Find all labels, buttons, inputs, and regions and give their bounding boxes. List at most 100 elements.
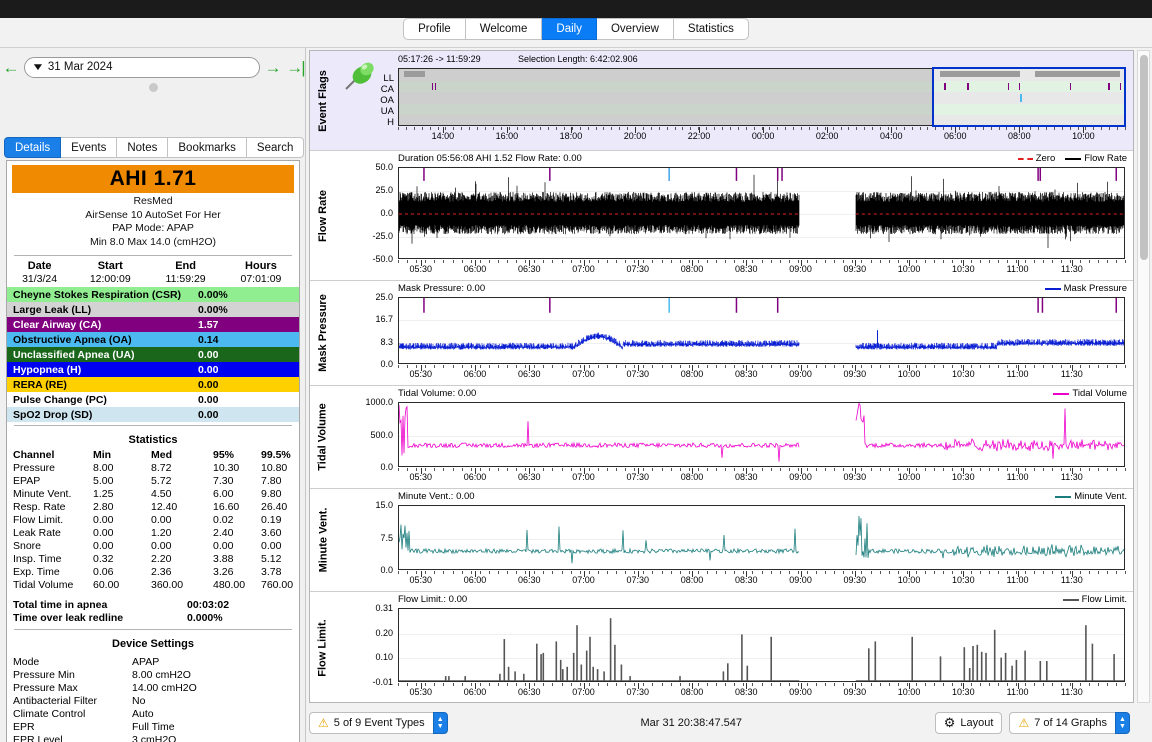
y-axis-tick-label: 0.0 bbox=[380, 462, 393, 472]
graphs-scrollbar-thumb[interactable] bbox=[1140, 55, 1148, 260]
axis-tick bbox=[616, 683, 618, 686]
axis-tick bbox=[915, 683, 917, 686]
mask-pressure-header: Mask Pressure: 0.00 bbox=[398, 283, 486, 294]
event-flags-y-label: Event Flags bbox=[310, 51, 336, 150]
axis-tick bbox=[434, 365, 436, 368]
axis-tick bbox=[634, 365, 636, 368]
axis-tick bbox=[825, 260, 827, 263]
axis-tick bbox=[816, 260, 818, 263]
tab-statistics[interactable]: Statistics bbox=[673, 18, 749, 40]
axis-tick bbox=[897, 683, 899, 686]
axis-tick bbox=[697, 260, 699, 263]
details-scroll-area[interactable]: AHI 1.71 ResMed AirSense 10 AutoSet For … bbox=[6, 160, 300, 742]
date-navigation-bar: ← ▼ 31 Mar 2024 → →| bbox=[0, 52, 306, 82]
axis-tick bbox=[925, 571, 927, 574]
axis-tick bbox=[407, 571, 409, 574]
tidal-volume-graph: Tidal Volume Tidal Volume: 0.00 Tidal Volu… bbox=[310, 386, 1133, 489]
statistics-value: 360.00 bbox=[151, 578, 184, 591]
axis-tick bbox=[570, 260, 572, 263]
axis-tick bbox=[706, 571, 708, 574]
event-types-spinner[interactable]: ▲ ▼ bbox=[432, 712, 448, 734]
axis-tick bbox=[970, 468, 972, 471]
statistics-value: 1.20 bbox=[151, 526, 172, 539]
axis-tick-label: 11:30 bbox=[1060, 369, 1083, 379]
axis-tick bbox=[979, 683, 981, 686]
device-setting-value: 8.00 cmH2O bbox=[132, 668, 191, 681]
event-flags-ca-marker bbox=[1108, 82, 1110, 91]
subtab-events[interactable]: Events bbox=[61, 137, 118, 158]
event-types-label: 5 of 9 Event Types bbox=[333, 717, 425, 729]
layout-label: Layout bbox=[960, 717, 994, 729]
tab-daily[interactable]: Daily bbox=[542, 18, 597, 40]
event-types-button[interactable]: ⚠ 5 of 9 Event Types bbox=[309, 712, 433, 734]
axis-tick-label: 18:00 bbox=[559, 131, 583, 141]
statistics-row: Resp. Rate 2.80 12.40 16.60 26.40 bbox=[7, 500, 299, 513]
axis-tick bbox=[761, 571, 763, 574]
flow-rate-series bbox=[399, 168, 1124, 248]
event-types-selector[interactable]: ⚠ 5 of 9 Event Types ▲ ▼ bbox=[309, 712, 448, 734]
tab-welcome[interactable]: Welcome bbox=[465, 18, 543, 40]
minute-vent-plot[interactable] bbox=[398, 505, 1125, 570]
axis-tick bbox=[825, 571, 827, 574]
axis-tick bbox=[416, 365, 418, 368]
event-flags-oa-marker bbox=[1020, 94, 1022, 102]
legend-swatch bbox=[1062, 598, 1079, 601]
axis-tick bbox=[543, 571, 545, 574]
graphs-spinner[interactable]: ▲ ▼ bbox=[1115, 712, 1130, 734]
graphs-scrollbar[interactable] bbox=[1137, 50, 1150, 703]
axis-tick bbox=[561, 468, 563, 471]
mask-pressure-plot[interactable] bbox=[398, 297, 1125, 364]
prev-day-arrow-icon[interactable]: ← bbox=[0, 59, 22, 76]
next-day-arrow-icon[interactable]: → bbox=[262, 59, 284, 76]
axis-tick bbox=[488, 260, 490, 263]
axis-tick bbox=[843, 571, 845, 574]
axis-tick bbox=[1061, 571, 1063, 574]
axis-tick bbox=[843, 468, 845, 471]
event-flags-row-label: UA bbox=[380, 106, 394, 117]
event-flags-plot[interactable] bbox=[398, 68, 1125, 126]
axis-tick bbox=[534, 683, 536, 686]
axis-tick-label: 08:00 bbox=[680, 472, 704, 482]
graphs-selector[interactable]: ⚠ 7 of 14 Graphs ▲ ▼ bbox=[1009, 712, 1130, 734]
tidal-volume-plot[interactable] bbox=[398, 402, 1125, 467]
subtab-notes[interactable]: Notes bbox=[117, 137, 169, 158]
axis-tick bbox=[679, 683, 681, 686]
last-day-arrow-icon[interactable]: →| bbox=[284, 59, 306, 76]
flow-rate-plot[interactable] bbox=[398, 167, 1125, 259]
axis-tick bbox=[461, 127, 463, 130]
axis-tick bbox=[643, 468, 645, 471]
axis-tick bbox=[652, 365, 654, 368]
legend-swatch bbox=[1017, 157, 1033, 160]
subtab-bookmarks[interactable]: Bookmarks bbox=[168, 137, 247, 158]
flow-limit-plot[interactable] bbox=[398, 608, 1125, 682]
axis-tick bbox=[970, 365, 972, 368]
axis-tick-label: 08:30 bbox=[735, 264, 758, 274]
axis-tick bbox=[416, 468, 418, 471]
graphs-button[interactable]: ⚠ 7 of 14 Graphs bbox=[1009, 712, 1115, 734]
layout-button[interactable]: ⚙ Layout bbox=[934, 712, 1003, 734]
tab-overview[interactable]: Overview bbox=[596, 18, 674, 40]
axis-tick bbox=[970, 683, 972, 686]
date-picker[interactable]: ▼ 31 Mar 2024 bbox=[24, 56, 260, 78]
axis-tick bbox=[461, 683, 463, 686]
subtab-search[interactable]: Search bbox=[246, 137, 305, 158]
panel-resize-handle[interactable] bbox=[149, 83, 158, 92]
axis-tick-label: 05:30 bbox=[409, 575, 433, 585]
event-flags-y-label-text: Event Flags bbox=[317, 69, 329, 132]
subtab-details[interactable]: Details bbox=[4, 137, 62, 158]
axis-tick bbox=[997, 260, 999, 263]
tab-profile[interactable]: Profile bbox=[403, 18, 466, 40]
axis-tick bbox=[443, 683, 445, 686]
axis-tick bbox=[870, 571, 872, 574]
axis-tick bbox=[627, 127, 629, 130]
y-axis-tick-label: 0.0 bbox=[380, 359, 393, 369]
axis-tick bbox=[1022, 127, 1024, 130]
axis-tick bbox=[716, 365, 718, 368]
axis-tick bbox=[797, 260, 799, 263]
axis-tick bbox=[961, 365, 963, 368]
axis-tick bbox=[925, 365, 927, 368]
statistics-row: Tidal Volume 60.00 360.00 480.00 760.00 bbox=[7, 578, 299, 591]
y-axis-tick-label: -50.0 bbox=[372, 254, 393, 264]
left-panel: ← ▼ 31 Mar 2024 → →| Details Events Note… bbox=[0, 48, 306, 742]
axis-tick bbox=[852, 468, 854, 471]
